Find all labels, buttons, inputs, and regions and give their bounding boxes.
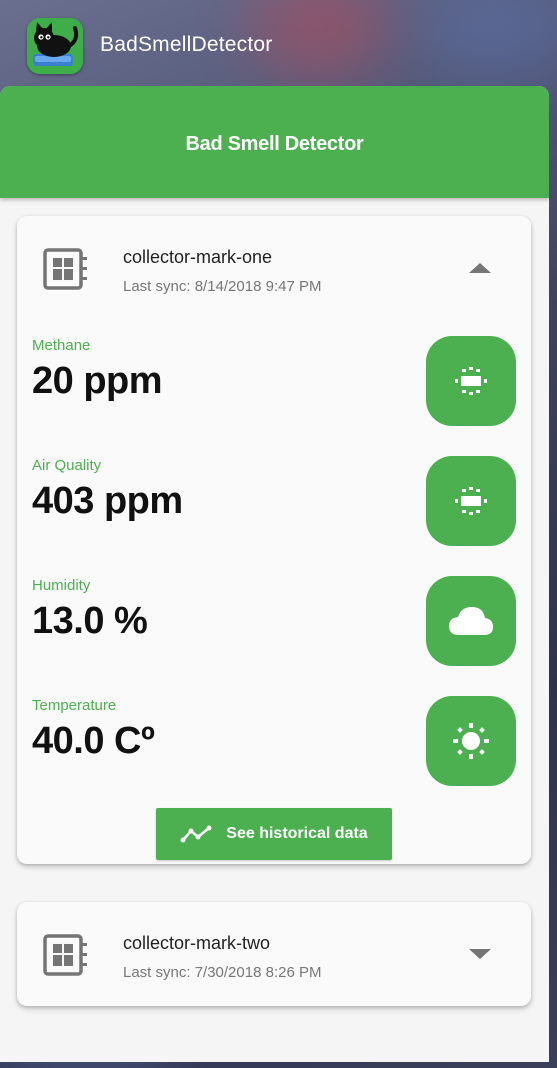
history-button-label: See historical data <box>226 825 368 842</box>
toolbar-title: Bad Smell Detector <box>185 132 364 155</box>
temperature-detail-button[interactable] <box>426 696 516 786</box>
device-last-sync: Last sync: 7/30/2018 8:26 PM <box>123 964 322 981</box>
chevron-down-icon <box>469 949 491 959</box>
cloud-icon <box>449 607 493 635</box>
device-last-sync: Last sync: 8/14/2018 9:47 PM <box>123 278 322 295</box>
reading-air-quality: Air Quality 403 ppm <box>32 450 516 560</box>
reading-humidity: Humidity 13.0 % <box>32 570 516 680</box>
reading-label: Methane <box>32 337 91 354</box>
device-module-icon <box>43 934 87 976</box>
reading-label: Temperature <box>32 697 117 714</box>
device-card-collector-mark-two: collector-mark-two Last sync: 7/30/2018 … <box>17 902 531 1006</box>
device-name: collector-mark-two <box>123 933 271 953</box>
device-card-collector-mark-one: collector-mark-one Last sync: 8/14/2018 … <box>17 216 531 864</box>
app-window: Bad Smell Detector collector-mark-one La… <box>0 86 549 1062</box>
device-name: collector-mark-one <box>123 247 273 267</box>
air-quality-detail-button[interactable] <box>426 456 516 546</box>
reading-value: 403 ppm <box>32 480 183 522</box>
device-card-header[interactable]: collector-mark-two Last sync: 7/30/2018 … <box>17 902 531 1006</box>
methane-detail-button[interactable] <box>426 336 516 426</box>
gas-sensor-icon <box>455 367 487 395</box>
reading-value: 13.0 % <box>32 600 148 642</box>
reading-label: Humidity <box>32 577 91 594</box>
sun-icon <box>453 723 489 759</box>
humidity-detail-button[interactable] <box>426 576 516 666</box>
expand-toggle-button[interactable] <box>465 942 495 966</box>
device-card-header[interactable]: collector-mark-one Last sync: 8/14/2018 … <box>17 216 531 316</box>
reading-temperature: Temperature 40.0 Cº <box>32 690 516 800</box>
reading-value: 20 ppm <box>32 360 163 402</box>
collapse-toggle-button[interactable] <box>465 256 495 280</box>
chart-line-icon <box>180 825 212 843</box>
see-historical-data-button[interactable]: See historical data <box>156 808 392 860</box>
reading-label: Air Quality <box>32 457 102 474</box>
toolbar: Bad Smell Detector <box>0 86 549 198</box>
app-switcher-header: BadSmellDetector <box>0 0 557 88</box>
app-name: BadSmellDetector <box>100 33 273 56</box>
reading-value: 40.0 Cº <box>32 720 155 762</box>
gas-sensor-icon <box>455 487 487 515</box>
app-logo-cat-icon[interactable] <box>27 18 83 74</box>
reading-methane: Methane 20 ppm <box>32 330 516 440</box>
chevron-up-icon <box>469 263 491 273</box>
device-module-icon <box>43 248 87 290</box>
